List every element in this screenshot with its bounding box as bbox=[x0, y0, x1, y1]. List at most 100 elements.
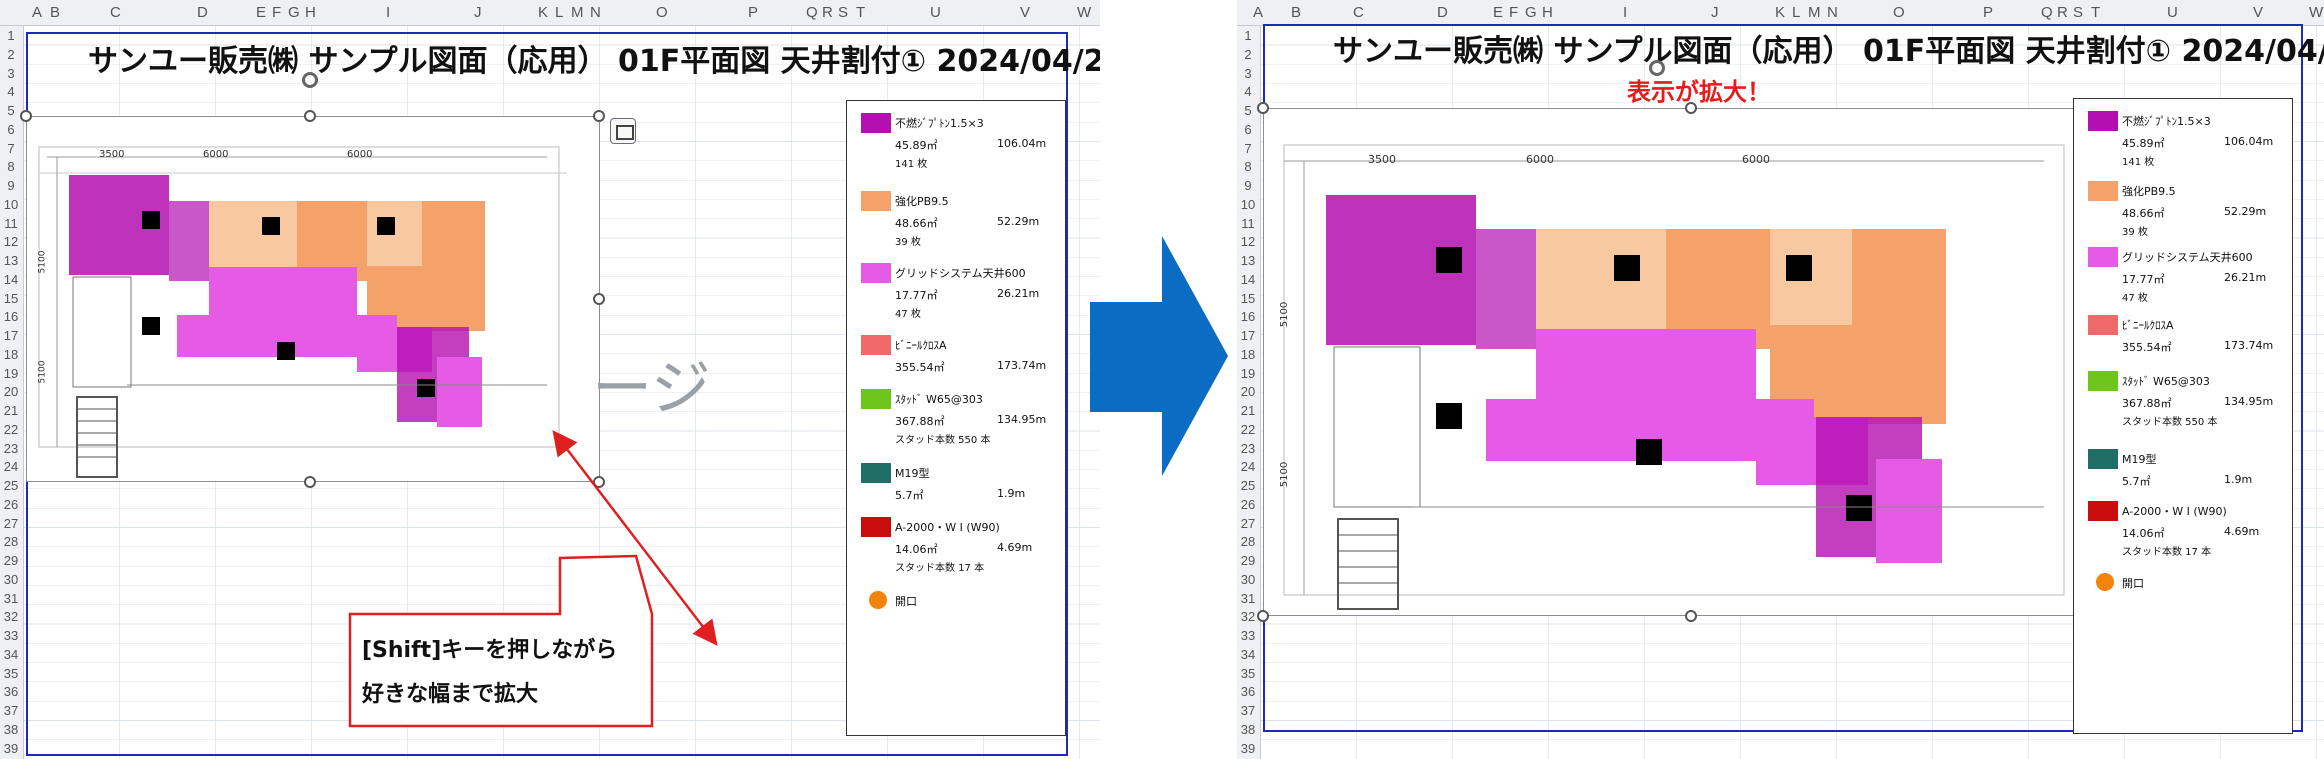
column-header-v[interactable]: V bbox=[1020, 4, 1030, 21]
row-header-16[interactable]: 16 bbox=[1237, 309, 1259, 324]
resize-handle-bottom-right[interactable] bbox=[593, 476, 605, 488]
column-header-e[interactable]: E bbox=[256, 4, 266, 21]
row-header-6[interactable]: 6 bbox=[0, 122, 22, 137]
resize-handle-right[interactable] bbox=[593, 293, 605, 305]
row-header-28[interactable]: 28 bbox=[0, 534, 22, 549]
rotate-handle[interactable] bbox=[1649, 60, 1665, 76]
column-header-d[interactable]: D bbox=[1437, 4, 1448, 21]
column-header-n[interactable]: N bbox=[590, 4, 601, 21]
row-header-3[interactable]: 3 bbox=[1237, 66, 1259, 81]
row-header-18[interactable]: 18 bbox=[1237, 347, 1259, 362]
rotate-handle[interactable] bbox=[302, 72, 318, 88]
column-header-k[interactable]: K bbox=[1775, 4, 1785, 21]
column-header-m[interactable]: M bbox=[571, 4, 584, 21]
row-header-11[interactable]: 11 bbox=[0, 216, 22, 231]
row-header-32[interactable]: 32 bbox=[0, 609, 22, 624]
column-header-s[interactable]: S bbox=[2073, 4, 2083, 21]
column-header-t[interactable]: T bbox=[856, 4, 865, 21]
column-header-c[interactable]: C bbox=[110, 4, 121, 21]
column-header-q[interactable]: Q bbox=[806, 4, 818, 21]
row-header-33[interactable]: 33 bbox=[1237, 628, 1259, 643]
resize-handle-top-left[interactable] bbox=[1257, 102, 1269, 114]
column-header-b[interactable]: B bbox=[50, 4, 60, 21]
row-header-14[interactable]: 14 bbox=[1237, 272, 1259, 287]
row-header-5[interactable]: 5 bbox=[0, 103, 22, 118]
column-header-j[interactable]: J bbox=[1711, 4, 1719, 21]
row-header-39[interactable]: 39 bbox=[1237, 741, 1259, 756]
row-header-15[interactable]: 15 bbox=[1237, 291, 1259, 306]
row-header-7[interactable]: 7 bbox=[0, 141, 22, 156]
row-header-36[interactable]: 36 bbox=[0, 684, 22, 699]
column-header-f[interactable]: F bbox=[1509, 4, 1518, 21]
row-header-22[interactable]: 22 bbox=[0, 422, 22, 437]
column-header-p[interactable]: P bbox=[1983, 4, 1993, 21]
row-header-33[interactable]: 33 bbox=[0, 628, 22, 643]
row-header-2[interactable]: 2 bbox=[1237, 47, 1259, 62]
row-header-9[interactable]: 9 bbox=[0, 178, 22, 193]
resize-handle-bottom-left[interactable] bbox=[1257, 610, 1269, 622]
row-header-36[interactable]: 36 bbox=[1237, 684, 1259, 699]
row-header-21[interactable]: 21 bbox=[1237, 403, 1259, 418]
column-header-u[interactable]: U bbox=[2167, 4, 2178, 21]
row-header-13[interactable]: 13 bbox=[0, 253, 22, 268]
column-header-w[interactable]: W bbox=[2309, 4, 2323, 21]
column-header-d[interactable]: D bbox=[197, 4, 208, 21]
column-header-u[interactable]: U bbox=[930, 4, 941, 21]
row-header-4[interactable]: 4 bbox=[0, 84, 22, 99]
column-header-v[interactable]: V bbox=[2253, 4, 2263, 21]
layout-options-button[interactable] bbox=[610, 118, 636, 144]
row-header-26[interactable]: 26 bbox=[1237, 497, 1259, 512]
row-header-20[interactable]: 20 bbox=[1237, 384, 1259, 399]
column-header-w[interactable]: W bbox=[1077, 4, 1091, 21]
row-header-14[interactable]: 14 bbox=[0, 272, 22, 287]
row-header-30[interactable]: 30 bbox=[0, 572, 22, 587]
row-header-27[interactable]: 27 bbox=[1237, 516, 1259, 531]
column-header-r[interactable]: R bbox=[822, 4, 833, 21]
row-header-30[interactable]: 30 bbox=[1237, 572, 1259, 587]
row-header-38[interactable]: 38 bbox=[1237, 722, 1259, 737]
row-header-24[interactable]: 24 bbox=[1237, 459, 1259, 474]
column-header-o[interactable]: O bbox=[1893, 4, 1905, 21]
row-header-9[interactable]: 9 bbox=[1237, 178, 1259, 193]
row-header-26[interactable]: 26 bbox=[0, 497, 22, 512]
column-header-l[interactable]: L bbox=[1792, 4, 1800, 21]
row-header-31[interactable]: 31 bbox=[1237, 591, 1259, 606]
row-header-32[interactable]: 32 bbox=[1237, 609, 1259, 624]
row-header-11[interactable]: 11 bbox=[1237, 216, 1259, 231]
row-header-17[interactable]: 17 bbox=[1237, 328, 1259, 343]
row-header-21[interactable]: 21 bbox=[0, 403, 22, 418]
row-header-34[interactable]: 34 bbox=[0, 647, 22, 662]
row-header-15[interactable]: 15 bbox=[0, 291, 22, 306]
resize-handle-top[interactable] bbox=[1685, 102, 1697, 114]
row-header-7[interactable]: 7 bbox=[1237, 141, 1259, 156]
row-header-10[interactable]: 10 bbox=[1237, 197, 1259, 212]
row-header-19[interactable]: 19 bbox=[1237, 366, 1259, 381]
floor-plan-image[interactable]: 3500 6000 6000 5100 5100 bbox=[26, 116, 600, 482]
row-header-38[interactable]: 38 bbox=[0, 722, 22, 737]
resize-handle-top-right[interactable] bbox=[593, 110, 605, 122]
row-header-20[interactable]: 20 bbox=[0, 384, 22, 399]
column-header-s[interactable]: S bbox=[838, 4, 848, 21]
resize-handle-top-left[interactable] bbox=[20, 110, 32, 122]
row-header-1[interactable]: 1 bbox=[1237, 28, 1259, 43]
column-header-c[interactable]: C bbox=[1353, 4, 1364, 21]
column-header-g[interactable]: G bbox=[1525, 4, 1537, 21]
column-header-a[interactable]: A bbox=[32, 4, 42, 21]
column-header-e[interactable]: E bbox=[1493, 4, 1503, 21]
column-header-i[interactable]: I bbox=[1623, 4, 1627, 21]
row-header-18[interactable]: 18 bbox=[0, 347, 22, 362]
row-header-22[interactable]: 22 bbox=[1237, 422, 1259, 437]
column-header-o[interactable]: O bbox=[656, 4, 668, 21]
row-header-12[interactable]: 12 bbox=[1237, 234, 1259, 249]
column-header-b[interactable]: B bbox=[1291, 4, 1301, 21]
column-header-r[interactable]: R bbox=[2057, 4, 2068, 21]
row-header-23[interactable]: 23 bbox=[0, 441, 22, 456]
column-header-h[interactable]: H bbox=[1542, 4, 1553, 21]
row-header-13[interactable]: 13 bbox=[1237, 253, 1259, 268]
row-header-31[interactable]: 31 bbox=[0, 591, 22, 606]
row-header-29[interactable]: 29 bbox=[0, 553, 22, 568]
column-header-g[interactable]: G bbox=[288, 4, 300, 21]
row-header-24[interactable]: 24 bbox=[0, 459, 22, 474]
row-header-8[interactable]: 8 bbox=[0, 159, 22, 174]
row-header-37[interactable]: 37 bbox=[1237, 703, 1259, 718]
